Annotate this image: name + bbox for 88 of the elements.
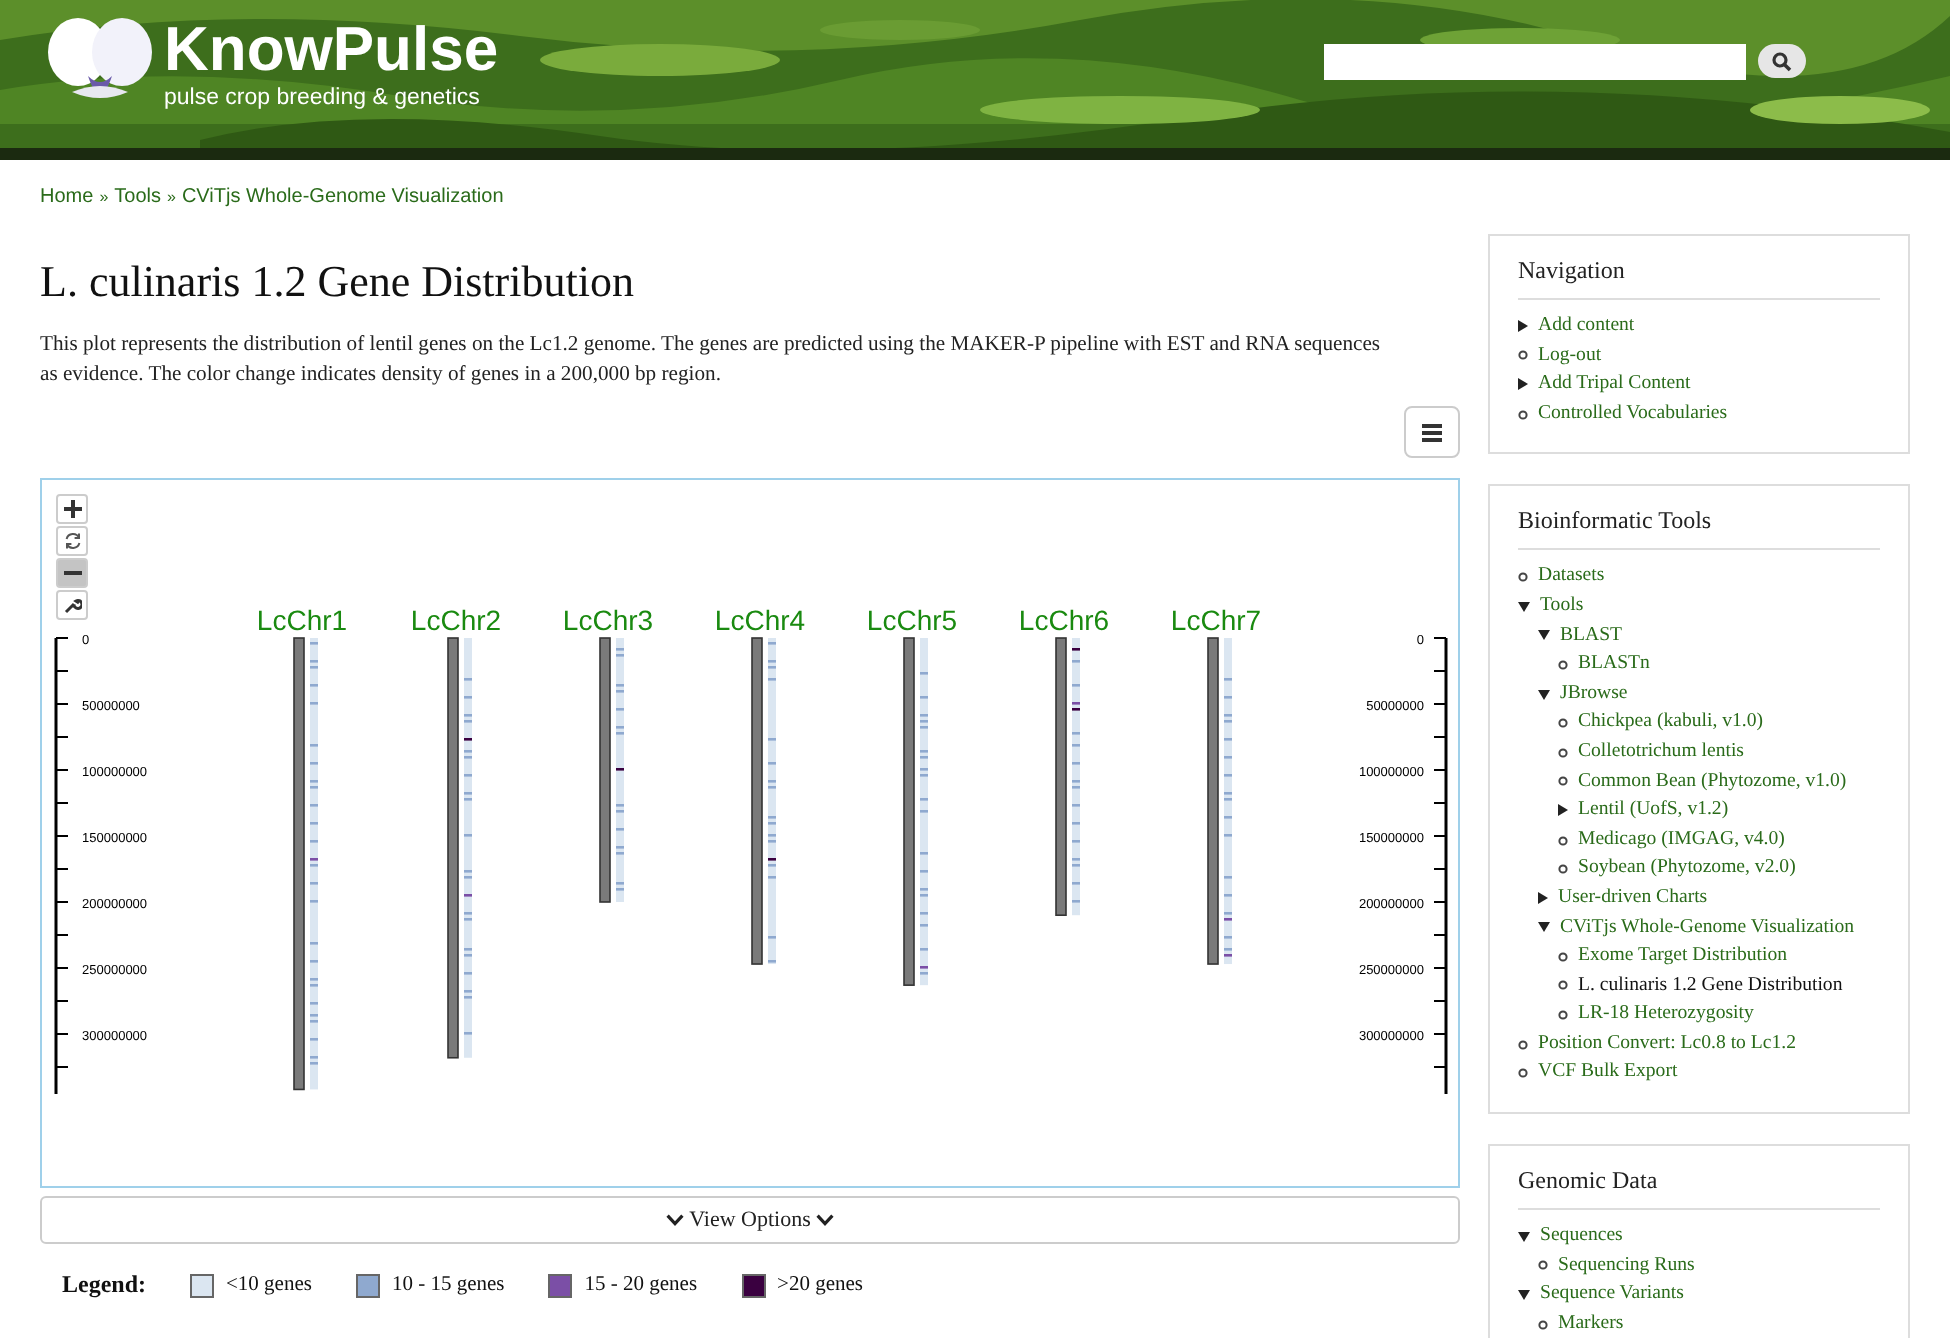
description: This plot represents the distribution of lentil genes on the Lc1.2 genome. The genes are predicted using the MAKER-P pipeline with EST and RNA sequences as evidence. The color change indicates density of genes in a 200,000 bp region. (40, 332, 1383, 390)
breadcrumb-link[interactable]: Tools (114, 186, 161, 208)
gene-density-track[interactable] (310, 638, 318, 1090)
gene-density-track[interactable] (616, 638, 624, 902)
sidebar-link[interactable]: Sequencing Runs (1558, 1251, 1695, 1281)
chevron-down-icon (665, 1214, 684, 1226)
caret-down-icon[interactable] (1538, 922, 1550, 933)
legend-label: <10 genes (226, 1274, 312, 1296)
wrench-icon (63, 596, 81, 614)
sidebar-link[interactable]: Sequence Variants (1540, 1280, 1684, 1310)
block-title: Bioinformatic Tools (1518, 506, 1714, 537)
sidebar-link[interactable]: L. culinaris 1.2 Gene Distribution (1578, 971, 1843, 1001)
gene-density-track[interactable] (464, 638, 472, 1058)
sidebar-link[interactable]: Add Tripal Content (1538, 370, 1691, 400)
search-icon (1772, 51, 1792, 71)
sidebar-link[interactable]: Position Convert: Lc0.8 to Lc1.2 (1538, 1029, 1796, 1059)
zoom-in-button[interactable] (56, 494, 88, 524)
view-options-button[interactable]: View Options (40, 1196, 1460, 1244)
sidebar-link[interactable]: CViTjs Whole-Genome Visualization (1560, 913, 1855, 943)
chromosome-label: LcChr2 (410, 604, 502, 636)
caret-right-icon[interactable] (1558, 804, 1568, 817)
minus-icon (63, 570, 81, 576)
chromosome-bar[interactable] (599, 637, 611, 903)
sidebar-link[interactable]: Log-out (1538, 341, 1602, 371)
settings-button[interactable] (56, 590, 88, 620)
breadcrumb-separator: » (99, 188, 109, 206)
chromosome-bar[interactable] (447, 637, 459, 1059)
legend-label: 15 - 20 genes (584, 1274, 698, 1296)
chromosome-label: LcChr1 (256, 604, 348, 636)
breadcrumb-link[interactable]: Home (40, 186, 94, 208)
caret-right-icon[interactable] (1518, 378, 1528, 391)
sidebar-link[interactable]: JBrowse (1560, 679, 1628, 709)
sidebar-link[interactable]: Datasets (1538, 562, 1605, 592)
gene-density-track[interactable] (1224, 638, 1232, 965)
reset-button[interactable] (56, 526, 88, 556)
refresh-icon (63, 532, 81, 550)
caret-right-icon[interactable] (1538, 892, 1548, 905)
sidebar-link[interactable]: Chickpea (kabuli, v1.0) (1578, 708, 1764, 738)
chromosome-bar[interactable] (293, 637, 305, 1091)
block-title: Genomic Data (1518, 1166, 1660, 1197)
sidebar-link[interactable]: Medicago (IMGAG, v4.0) (1578, 825, 1785, 855)
gene-density-track[interactable] (920, 638, 928, 986)
caret-down-icon[interactable] (1518, 1231, 1530, 1242)
plus-icon (63, 500, 81, 518)
caret-down-icon[interactable] (1538, 630, 1550, 641)
chromosome-bar[interactable] (751, 637, 763, 965)
breadcrumb-link[interactable]: CViTjs Whole-Genome Visualization (181, 186, 504, 208)
site-tagline: pulse crop breeding & genetics (164, 84, 482, 112)
gene-density-track[interactable] (768, 638, 776, 965)
chromosome-label: LcChr3 (562, 604, 654, 636)
gene-density-track[interactable] (1072, 638, 1080, 916)
sidebar-link[interactable]: VCF Bulk Export (1538, 1058, 1678, 1089)
chevron-down-icon (816, 1214, 835, 1226)
caret-down-icon[interactable] (1518, 1290, 1530, 1301)
sidebar-link[interactable]: BLAST (1560, 621, 1623, 651)
menu-button[interactable] (1404, 406, 1460, 458)
sidebar-link[interactable]: Common Bean (Phytozome, v1.0) (1578, 767, 1847, 797)
breadcrumb-separator: » (167, 188, 176, 206)
menu-icon (1422, 423, 1442, 441)
sidebar-link[interactable]: BLASTn (1578, 650, 1650, 680)
chromosome-label: LcChr7 (1170, 604, 1262, 636)
chromosome-label: LcChr4 (714, 604, 806, 636)
sidebar-link[interactable]: Markers (1558, 1309, 1624, 1338)
sidebar-link[interactable]: Add content (1538, 312, 1635, 342)
caret-right-icon[interactable] (1518, 320, 1528, 333)
sidebar-link[interactable]: Tools (1540, 591, 1584, 622)
caret-down-icon[interactable] (1538, 689, 1550, 700)
legend-title: Legend: (62, 1270, 146, 1300)
search-field[interactable] (1324, 44, 1746, 80)
sidebar-link[interactable]: Soybean (Phytozome, v2.0) (1578, 854, 1796, 884)
legend-label: 10 - 15 genes (391, 1274, 505, 1296)
sidebar-link[interactable]: Colletotrichum lentis (1578, 737, 1744, 768)
sidebar-link[interactable]: Controlled Vocabularies (1538, 399, 1728, 429)
chromosome-label: LcChr6 (1018, 604, 1110, 636)
caret-down-icon[interactable] (1518, 601, 1530, 612)
block-title: Navigation (1518, 256, 1627, 286)
chromosome-bar[interactable] (903, 637, 915, 986)
sidebar-link[interactable]: User-driven Charts (1558, 883, 1708, 913)
sidebar-link[interactable]: Exome Target Distribution (1578, 942, 1788, 972)
site-name[interactable]: KnowPulse (164, 16, 499, 84)
sidebar-link[interactable]: Sequences (1540, 1222, 1623, 1252)
chromosome-bar[interactable] (1055, 637, 1067, 916)
legend-label: >20 genes (777, 1274, 863, 1296)
chromosome-label: LcChr5 (866, 604, 958, 636)
page-title: L. culinaris 1.2 Gene Distribution (40, 254, 636, 310)
chromosome-bar[interactable] (1207, 637, 1219, 965)
sidebar-link[interactable]: LR-18 Heterozygosity (1578, 1000, 1754, 1030)
sidebar-link[interactable]: Lentil (UofS, v1.2) (1578, 796, 1729, 826)
